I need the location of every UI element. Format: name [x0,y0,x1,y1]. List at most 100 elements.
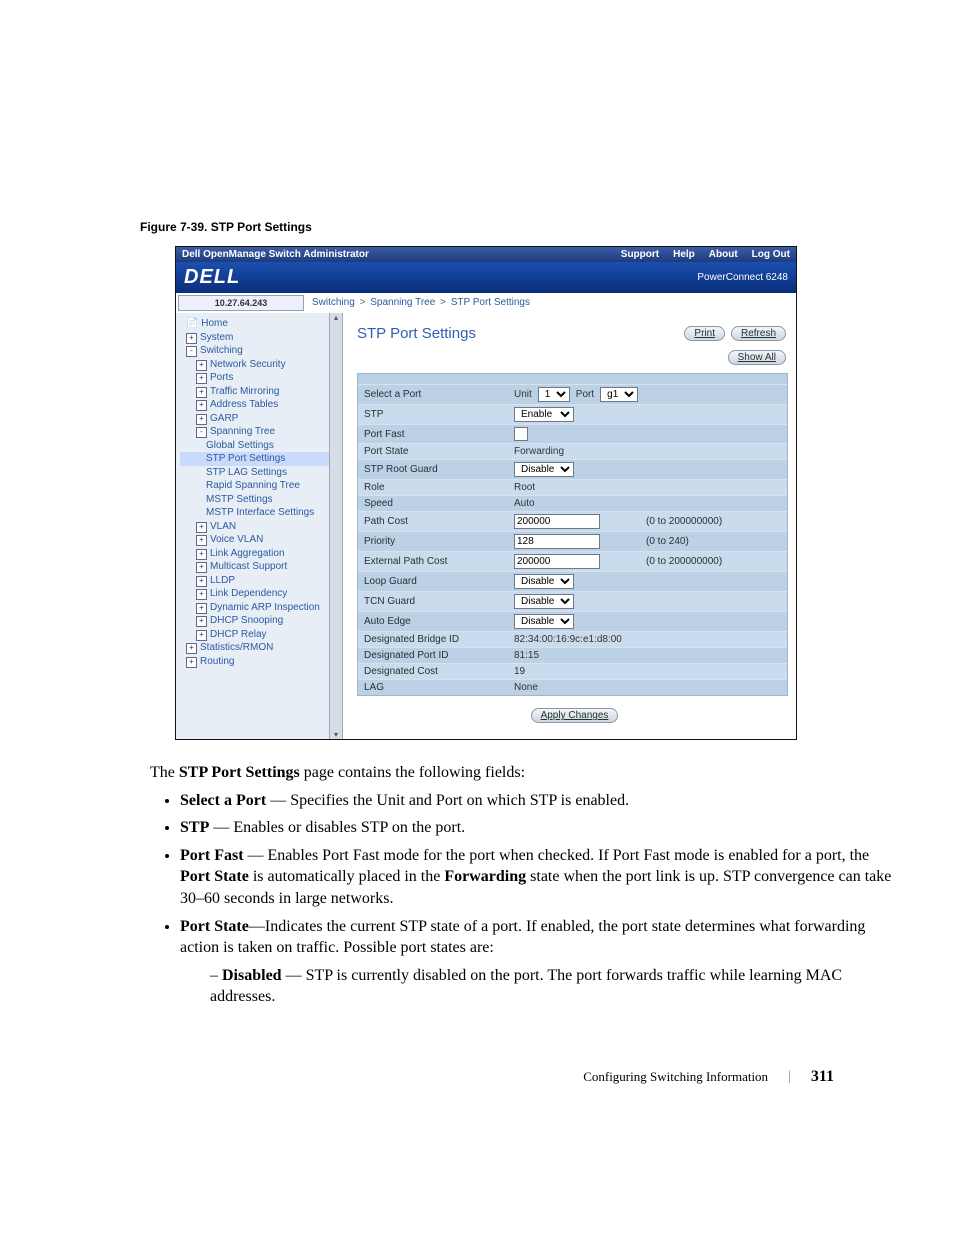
unit-select[interactable]: 1 [538,387,570,402]
breadcrumb: Switching > Spanning Tree > STP Port Set… [306,293,796,313]
tree-item[interactable]: -Switching [180,344,340,358]
tree-item-label: LLDP [210,575,235,586]
collapse-icon[interactable]: - [186,346,197,357]
desbridge-label: Designated Bridge ID [364,634,514,645]
breadcrumb-item[interactable]: Switching [312,297,355,308]
expand-icon[interactable]: + [196,616,207,627]
stp-label: STP [364,409,514,420]
priority-label: Priority [364,536,514,547]
scroll-up-icon[interactable]: ▴ [334,313,338,322]
expand-icon[interactable]: + [186,657,197,668]
expand-icon[interactable]: + [196,562,207,573]
pathcost-hint: (0 to 200000000) [646,516,722,527]
window-titlebar: Dell OpenManage Switch Administrator Sup… [176,247,796,262]
tree-item[interactable]: +Dynamic ARP Inspection [180,601,340,615]
tree-item-label: MSTP Settings [206,494,273,505]
tree-item-label: Global Settings [206,440,274,451]
stp-select[interactable]: Enable [514,407,574,422]
about-link[interactable]: About [709,249,738,260]
tree-item[interactable]: +GARP [180,412,340,426]
nav-tree[interactable]: 📄 Home+System-Switching+Network Security… [176,313,343,739]
running-footer: Configuring Switching Information | 311 [60,1068,894,1086]
autoedge-select[interactable]: Disable [514,614,574,629]
expand-icon[interactable]: + [196,400,207,411]
scroll-down-icon[interactable]: ▾ [334,730,338,739]
pathcost-input[interactable] [514,514,600,529]
app-title: Dell OpenManage Switch Administrator [182,249,607,260]
tree-item-label: System [200,332,233,343]
tree-item[interactable]: MSTP Interface Settings [180,506,340,520]
screenshot-frame: Dell OpenManage Switch Administrator Sup… [175,246,797,740]
extpathcost-hint: (0 to 200000000) [646,556,722,567]
tree-item[interactable]: +Link Dependency [180,587,340,601]
tree-item[interactable]: +Multicast Support [180,560,340,574]
tree-item[interactable]: 📄 Home [180,317,340,331]
breadcrumb-bar: 10.27.64.243 Switching > Spanning Tree >… [176,293,796,313]
expand-icon[interactable]: + [196,589,207,600]
expand-icon[interactable]: + [196,576,207,587]
priority-input[interactable] [514,534,600,549]
tree-item[interactable]: MSTP Settings [180,493,340,507]
tree-item[interactable]: -Spanning Tree [180,425,340,439]
expand-icon[interactable]: + [196,522,207,533]
print-button[interactable]: Print [684,326,725,341]
tree-item[interactable]: +Voice VLAN [180,533,340,547]
tree-item[interactable]: Rapid Spanning Tree [180,479,340,493]
tree-item-label: Link Dependency [210,588,287,599]
tcnguard-label: TCN Guard [364,596,514,607]
tree-item-label: Link Aggregation [210,548,285,559]
tree-item-label: STP LAG Settings [206,467,287,478]
tree-item-label: Ports [210,372,233,383]
portfast-checkbox[interactable] [514,427,528,441]
tree-item[interactable]: +Network Security [180,358,340,372]
expand-icon[interactable]: + [186,643,197,654]
expand-icon[interactable]: + [196,414,207,425]
tree-item[interactable]: +Address Tables [180,398,340,412]
tree-item[interactable]: +Statistics/RMON [180,641,340,655]
expand-icon[interactable]: + [196,387,207,398]
port-select[interactable]: g1 [600,387,638,402]
tree-item[interactable]: STP Port Settings [180,452,340,466]
apply-changes-button[interactable]: Apply Changes [531,708,619,723]
loopguard-select[interactable]: Disable [514,574,574,589]
tree-item[interactable]: STP LAG Settings [180,466,340,480]
extpathcost-input[interactable] [514,554,600,569]
expand-icon[interactable]: + [196,549,207,560]
logout-link[interactable]: Log Out [752,249,790,260]
loopguard-label: Loop Guard [364,576,514,587]
tree-item[interactable]: +VLAN [180,520,340,534]
expand-icon[interactable]: + [196,603,207,614]
expand-icon[interactable]: + [196,630,207,641]
tree-item[interactable]: +Link Aggregation [180,547,340,561]
refresh-button[interactable]: Refresh [731,326,786,341]
figure-caption: Figure 7-39. STP Port Settings [140,220,894,234]
tree-item[interactable]: +System [180,331,340,345]
lag-label: LAG [364,682,514,693]
tree-item[interactable]: +Routing [180,655,340,669]
support-link[interactable]: Support [621,249,659,260]
collapse-icon[interactable]: - [196,427,207,438]
tree-item[interactable]: +LLDP [180,574,340,588]
breadcrumb-item[interactable]: Spanning Tree [370,297,435,308]
expand-icon[interactable]: + [196,360,207,371]
tree-item[interactable]: +Traffic Mirroring [180,385,340,399]
rootguard-select[interactable]: Disable [514,462,574,477]
breadcrumb-item: STP Port Settings [451,297,530,308]
tree-item-label: GARP [210,413,238,424]
tree-item[interactable]: +DHCP Relay [180,628,340,642]
show-all-button[interactable]: Show All [728,350,786,365]
tree-item[interactable]: Global Settings [180,439,340,453]
tree-item[interactable]: +Ports [180,371,340,385]
scrollbar[interactable]: ▴ ▾ [329,313,342,739]
expand-icon[interactable]: + [186,333,197,344]
descost-value: 19 [514,666,525,677]
tcnguard-select[interactable]: Disable [514,594,574,609]
sublist-item: Disabled — STP is currently disabled on … [210,965,894,1008]
extpathcost-label: External Path Cost [364,556,514,567]
tree-item[interactable]: +DHCP Snooping [180,614,340,628]
list-item: Select a Port — Specifies the Unit and P… [180,790,894,812]
tree-item-label: Home [201,318,228,329]
expand-icon[interactable]: + [196,373,207,384]
help-link[interactable]: Help [673,249,695,260]
expand-icon[interactable]: + [196,535,207,546]
